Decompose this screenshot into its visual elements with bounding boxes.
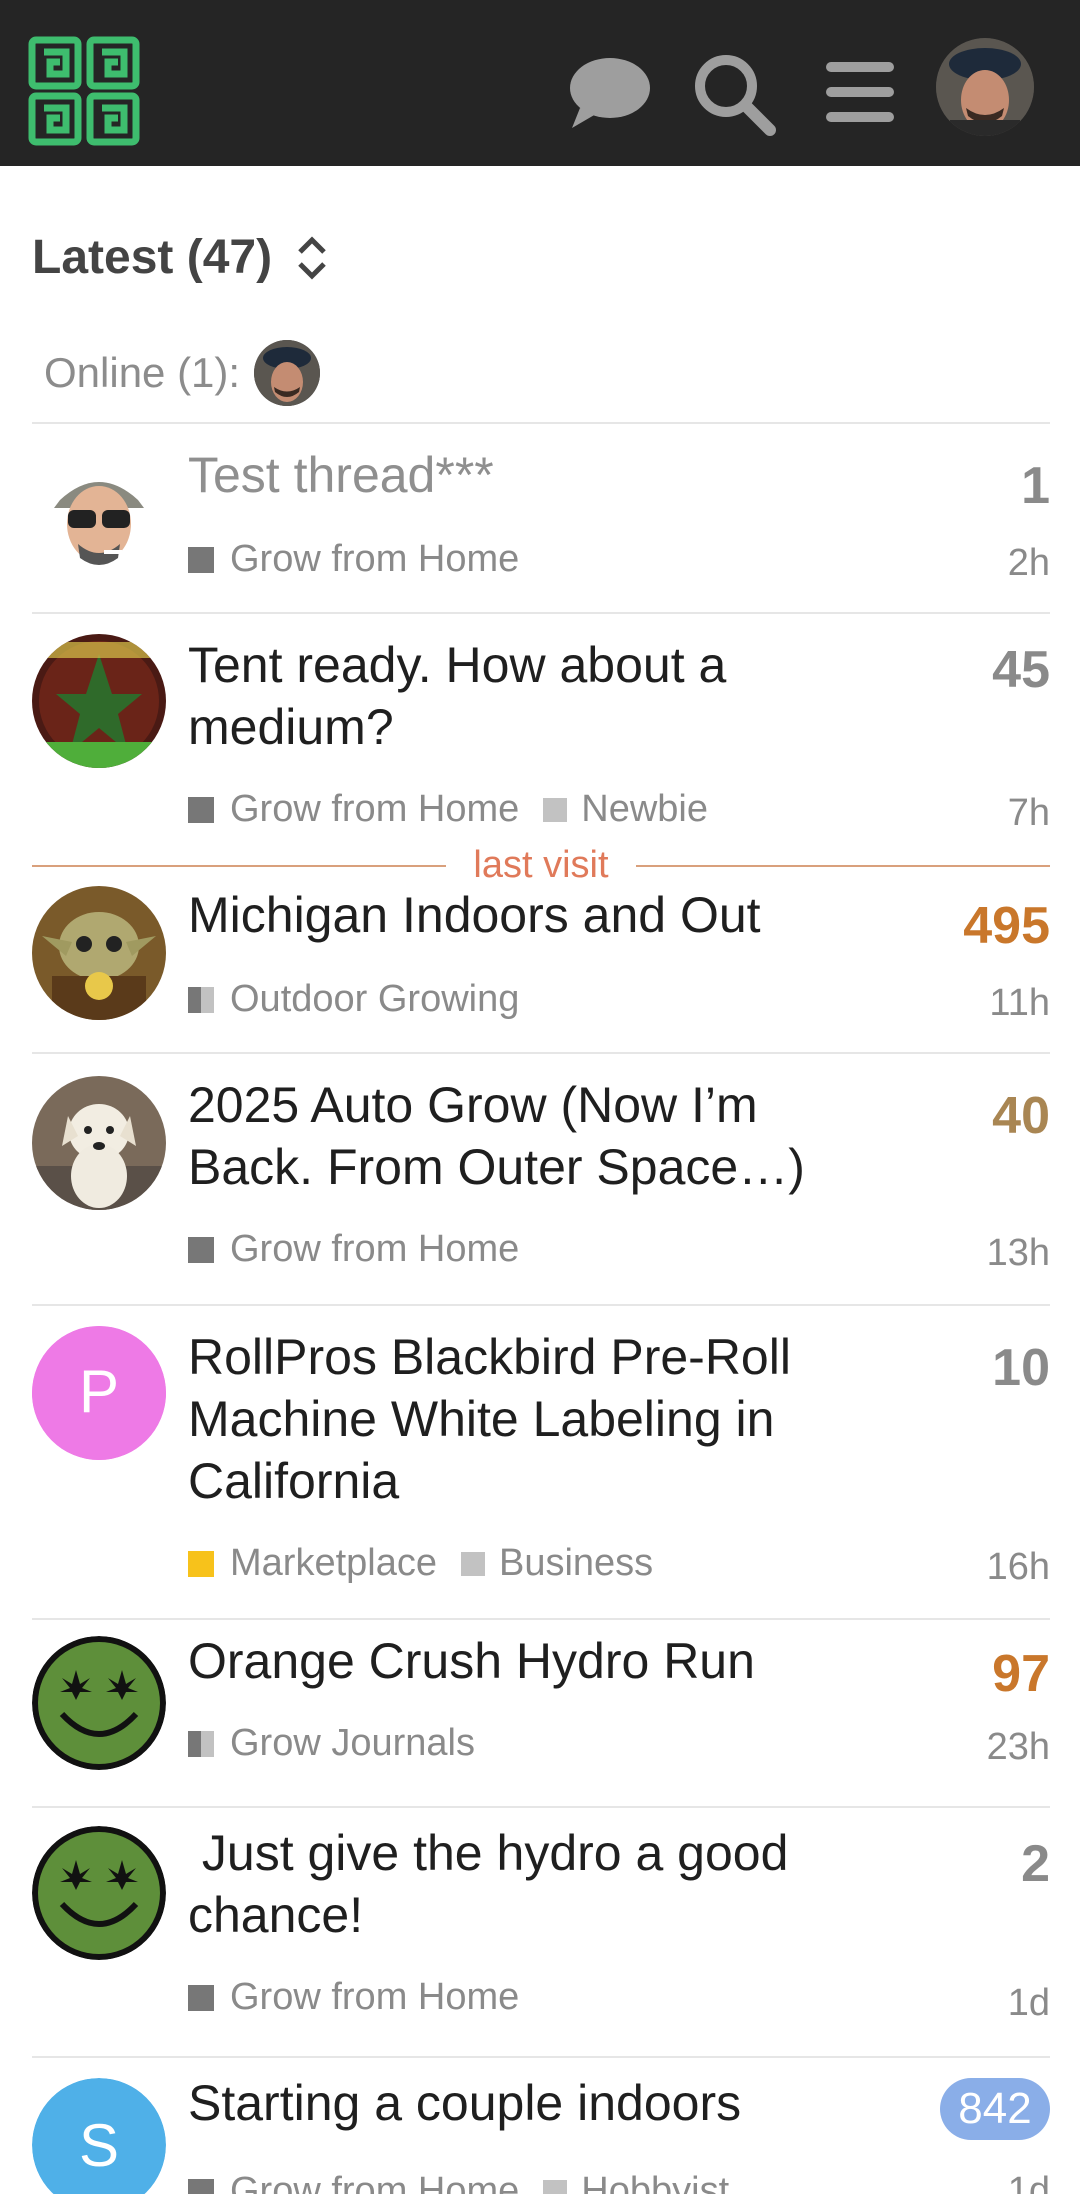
chat-icon[interactable] [566,52,650,132]
list-divider [32,2056,1050,2058]
topic-author-avatar[interactable] [32,1076,166,1210]
topic-post-count[interactable]: 97 [992,1644,1050,1704]
topic-category[interactable]: Marketplace Business [188,1542,653,1585]
online-label: Online (1): [44,349,241,396]
last-visit-separator: last visit [32,844,1050,888]
list-divider [32,1052,1050,1054]
topic-title[interactable]: Michigan Indoors and Out [188,884,828,946]
topic-post-count[interactable]: 1 [1021,456,1050,516]
topic-age[interactable]: 23h [987,1726,1050,1769]
topic-author-avatar[interactable] [32,634,166,768]
topic-post-count[interactable]: 842 [940,2078,1050,2140]
topic-title[interactable]: RollPros Blackbird Pre-Roll Machine Whit… [188,1326,828,1512]
topic-category[interactable]: Grow from Home [188,1228,543,1271]
category-color-swatch [188,546,214,573]
category-color-swatch [188,1550,214,1577]
topic-age[interactable]: 13h [987,1232,1050,1275]
online-users: Online (1): [44,340,321,406]
topic-author-avatar[interactable] [32,1826,166,1960]
topic-age[interactable]: 16h [987,1546,1050,1589]
topic-category[interactable]: Grow from Home [188,1976,543,2019]
category-color-swatch [188,796,214,823]
list-title-text: Latest (47) [32,231,273,284]
category-color-swatch [188,1730,214,1757]
topic-tag[interactable]: Newbie [581,788,708,831]
topic-category[interactable]: Grow from Home Newbie [188,788,708,831]
last-visit-label: last visit [473,844,609,886]
topic-age[interactable]: 2h [1008,542,1050,585]
user-avatar[interactable] [936,38,1034,136]
online-user-avatar[interactable] [254,340,321,406]
search-icon[interactable] [692,52,776,136]
topic-tag[interactable]: Hobbyist [581,2170,729,2194]
topic-author-avatar[interactable]: S [32,2078,166,2194]
topic-tag[interactable]: Business [499,1542,653,1585]
site-logo[interactable] [28,36,140,146]
tag-swatch [460,1551,485,1576]
topic-category[interactable]: Outdoor Growing [188,978,543,1021]
list-divider [32,1618,1050,1620]
topic-post-count[interactable]: 10 [992,1338,1050,1398]
topic-title[interactable]: Just give the hydro a good chance! [188,1822,828,1946]
topic-age[interactable]: 7h [1008,792,1050,835]
topic-author-avatar[interactable] [32,446,166,580]
site-header [0,0,1080,166]
topic-title[interactable]: Orange Crush Hydro Run [188,1630,828,1692]
list-divider [32,612,1050,614]
category-color-swatch [188,986,214,1013]
topic-age[interactable]: 1d [1008,2170,1050,2194]
topic-age[interactable]: 1d [1008,1982,1050,2025]
list-title[interactable]: Latest (47) [32,230,330,285]
topic-age[interactable]: 11h [989,982,1050,1025]
topic-title[interactable]: Starting a couple indoors [188,2072,828,2134]
list-divider [32,422,1050,424]
tag-swatch [543,797,568,822]
topic-author-avatar[interactable] [32,886,166,1020]
topic-category[interactable]: Grow from Home [188,538,543,581]
category-color-swatch [188,2178,214,2194]
topic-title[interactable]: Tent ready. How about a medium? [188,634,828,758]
topic-post-count[interactable]: 40 [992,1086,1050,1146]
topic-author-avatar[interactable]: P [32,1326,166,1460]
list-divider [32,1304,1050,1306]
topic-title[interactable]: Test thread*** [188,444,828,506]
category-color-swatch [188,1236,214,1263]
topic-post-count[interactable]: 495 [963,896,1050,956]
hamburger-menu-icon[interactable] [824,56,896,128]
list-divider [32,1806,1050,1808]
topic-title[interactable]: 2025 Auto Grow (Now I’m Back. From Outer… [188,1074,828,1198]
topic-category[interactable]: Grow Journals [188,1722,499,1765]
avatar-letter: S [79,2112,119,2179]
topic-post-count[interactable]: 2 [1021,1834,1050,1894]
topic-category[interactable]: Grow from Home Hobbyist [188,2170,729,2194]
sort-chevrons-icon[interactable] [294,234,330,282]
avatar-letter: P [79,1358,119,1425]
topic-post-count[interactable]: 45 [992,640,1050,700]
tag-swatch [543,2179,568,2194]
topic-author-avatar[interactable] [32,1636,166,1770]
category-color-swatch [188,1984,214,2011]
